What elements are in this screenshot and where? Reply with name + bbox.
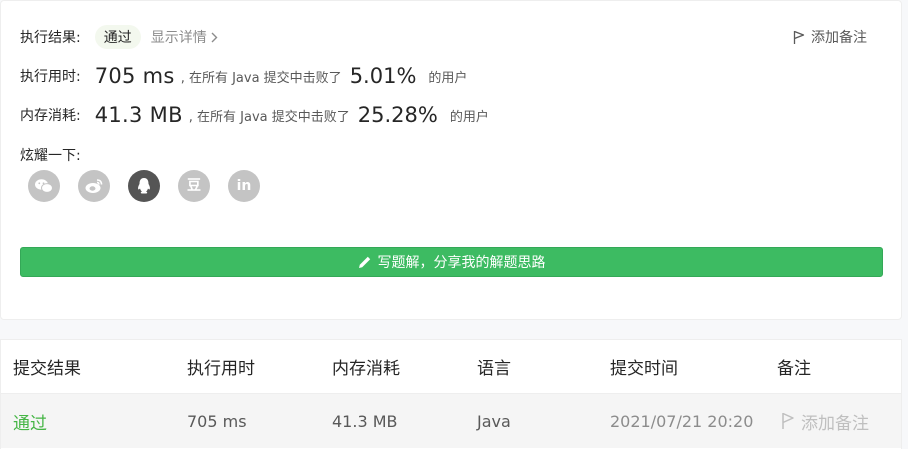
row-result-link[interactable]: 通过 [13, 409, 47, 434]
header-submit-time: 提交时间 [610, 359, 678, 379]
submissions-table: 提交结果 执行用时 内存消耗 语言 提交时间 备注 通过 705 ms 41.3… [0, 339, 902, 449]
add-note-button[interactable]: 添加备注 [793, 27, 867, 47]
weibo-icon[interactable] [78, 170, 110, 202]
show-details-link[interactable]: 显示详情 [151, 27, 218, 47]
table-row[interactable]: 通过 705 ms 41.3 MB Java 2021/07/21 20:20 … [1, 393, 901, 448]
share-icons: 豆 in [28, 170, 260, 202]
row-add-note-button[interactable]: 添加备注 [781, 409, 869, 434]
wechat-icon[interactable] [28, 170, 60, 202]
qq-glyph [138, 178, 150, 194]
memory-label: 内存消耗: [20, 108, 81, 124]
result-row: 执行结果: 通过 显示详情 [20, 25, 218, 49]
add-note-label: 添加备注 [811, 30, 867, 46]
qq-icon[interactable] [128, 170, 160, 202]
runtime-label: 执行用时: [20, 69, 81, 85]
header-memory: 内存消耗 [332, 359, 400, 379]
result-label: 执行结果: [20, 30, 81, 46]
memory-row: 内存消耗: 41.3 MB , 在所有 Java 提交中击败了 25.28% 的… [20, 103, 489, 127]
memory-value: 41.3 MB [94, 103, 183, 127]
runtime-text-after: 的用户 [428, 70, 468, 86]
header-result: 提交结果 [13, 359, 81, 379]
runtime-value: 705 ms [94, 64, 175, 88]
linkedin-icon[interactable]: in [228, 170, 260, 202]
flag-icon [782, 412, 794, 429]
weibo-glyph [85, 179, 103, 193]
pencil-icon [358, 256, 370, 268]
header-runtime: 执行用时 [187, 359, 255, 379]
runtime-percent: 5.01% [349, 64, 417, 88]
header-language: 语言 [477, 359, 511, 379]
memory-text-before: , 在所有 Java 提交中击败了 [188, 109, 350, 125]
douban-glyph: 豆 [187, 178, 201, 194]
memory-text-after: 的用户 [449, 109, 489, 125]
write-solution-label: 写题解，分享我的解题思路 [377, 255, 546, 271]
row-add-note-label: 添加备注 [801, 413, 869, 434]
douban-icon[interactable]: 豆 [178, 170, 210, 202]
status-badge: 通过 [94, 25, 141, 49]
row-language: Java [477, 411, 511, 431]
table-header: 提交结果 执行用时 内存消耗 语言 提交时间 备注 [1, 340, 901, 393]
runtime-text-before: , 在所有 Java 提交中击败了 [180, 70, 342, 86]
memory-percent: 25.28% [357, 103, 438, 127]
wechat-glyph [35, 179, 53, 193]
write-solution-button[interactable]: 写题解，分享我的解题思路 [20, 247, 883, 277]
runtime-row: 执行用时: 705 ms , 在所有 Java 提交中击败了 5.01% 的用户 [20, 64, 467, 88]
flag-icon [793, 30, 805, 44]
header-note: 备注 [777, 359, 811, 379]
share-label: 炫耀一下: [20, 148, 81, 164]
row-memory: 41.3 MB [332, 411, 398, 431]
chevron-right-icon [211, 32, 218, 42]
result-card: 执行结果: 通过 显示详情 添加备注 执行用时: 705 ms , 在所有 Ja… [0, 0, 902, 320]
row-submit-time: 2021/07/21 20:20 [610, 411, 754, 431]
linkedin-glyph: in [236, 178, 252, 194]
show-details-label: 显示详情 [150, 30, 207, 46]
row-runtime: 705 ms [187, 411, 247, 431]
